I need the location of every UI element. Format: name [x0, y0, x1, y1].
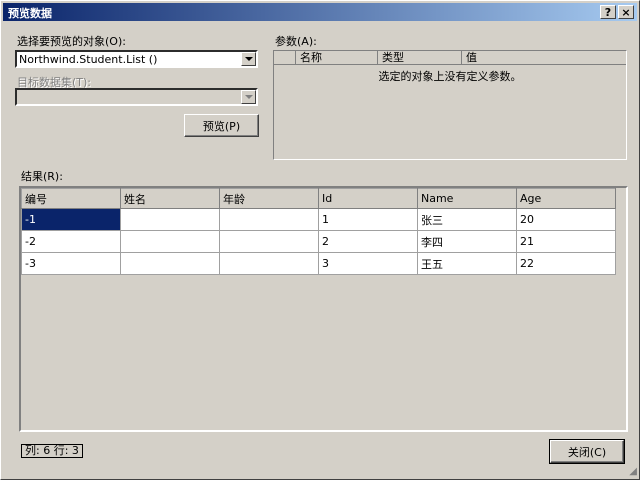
table-cell[interactable]: 2	[318, 230, 418, 253]
table-cell[interactable]	[219, 252, 319, 275]
parameters-empty-message: 选定的对象上没有定义参数。	[378, 70, 522, 83]
table-cell[interactable]: -2	[21, 230, 121, 253]
preview-button[interactable]: 预览(P)	[184, 114, 259, 137]
table-cell[interactable]	[120, 230, 220, 253]
table-cell[interactable]: -3	[21, 252, 121, 275]
table-row: -3 3 王五 22	[21, 252, 616, 275]
help-button[interactable]: ?	[600, 5, 616, 19]
parameters-header-name[interactable]: 名称	[296, 51, 378, 65]
target-dataset-combobox[interactable]	[15, 88, 258, 106]
results-table: 编号 姓名 年龄 Id Name Age -1 1 张三 20 -2 2 李四 …	[21, 188, 616, 275]
object-combobox[interactable]: Northwind.Student.List ()	[15, 50, 258, 68]
close-button[interactable]: 关闭(C)	[549, 439, 625, 464]
column-header[interactable]: 年龄	[219, 188, 319, 209]
table-cell[interactable]: -1	[21, 208, 121, 231]
parameters-header-type[interactable]: 类型	[378, 51, 462, 65]
window-title: 预览数据	[8, 7, 52, 20]
table-cell[interactable]: 1	[318, 208, 418, 231]
parameters-label: 参数(A):	[275, 35, 317, 48]
title-bar: 预览数据 ? ×	[3, 3, 637, 21]
results-label: 结果(R):	[21, 170, 63, 183]
status-counts: 列: 6 行: 3	[21, 444, 83, 458]
table-row: -1 1 张三 20	[21, 208, 616, 231]
table-cell[interactable]	[219, 230, 319, 253]
results-grid[interactable]: 编号 姓名 年龄 Id Name Age -1 1 张三 20 -2 2 李四 …	[19, 186, 628, 432]
table-cell[interactable]: 22	[516, 252, 616, 275]
preview-data-dialog: 预览数据 ? × 选择要预览的对象(O): Northwind.Student.…	[0, 0, 640, 480]
table-cell[interactable]: 3	[318, 252, 418, 275]
table-cell[interactable]: 张三	[417, 208, 517, 231]
close-window-button[interactable]: ×	[618, 5, 634, 19]
table-cell[interactable]	[219, 208, 319, 231]
column-header[interactable]: 编号	[21, 188, 121, 209]
table-cell[interactable]	[120, 252, 220, 275]
column-header[interactable]: 姓名	[120, 188, 220, 209]
table-cell[interactable]: 王五	[417, 252, 517, 275]
object-combobox-value: Northwind.Student.List ()	[19, 53, 158, 66]
chevron-down-icon	[241, 90, 256, 104]
table-cell[interactable]	[120, 208, 220, 231]
parameters-header-value[interactable]: 值	[462, 51, 626, 65]
parameters-list[interactable]: 名称 类型 值 选定的对象上没有定义参数。	[273, 50, 627, 160]
table-cell[interactable]: 李四	[417, 230, 517, 253]
column-header[interactable]: Name	[417, 188, 517, 209]
object-label: 选择要预览的对象(O):	[17, 35, 126, 48]
table-cell[interactable]: 21	[516, 230, 616, 253]
column-header[interactable]: Id	[318, 188, 418, 209]
table-header-row: 编号 姓名 年龄 Id Name Age	[21, 188, 616, 209]
table-cell[interactable]: 20	[516, 208, 616, 231]
chevron-down-icon[interactable]	[241, 52, 256, 66]
column-header[interactable]: Age	[516, 188, 616, 209]
table-row: -2 2 李四 21	[21, 230, 616, 253]
resize-grip-icon[interactable]: ◢	[629, 466, 637, 477]
parameters-header-blank	[274, 51, 296, 65]
